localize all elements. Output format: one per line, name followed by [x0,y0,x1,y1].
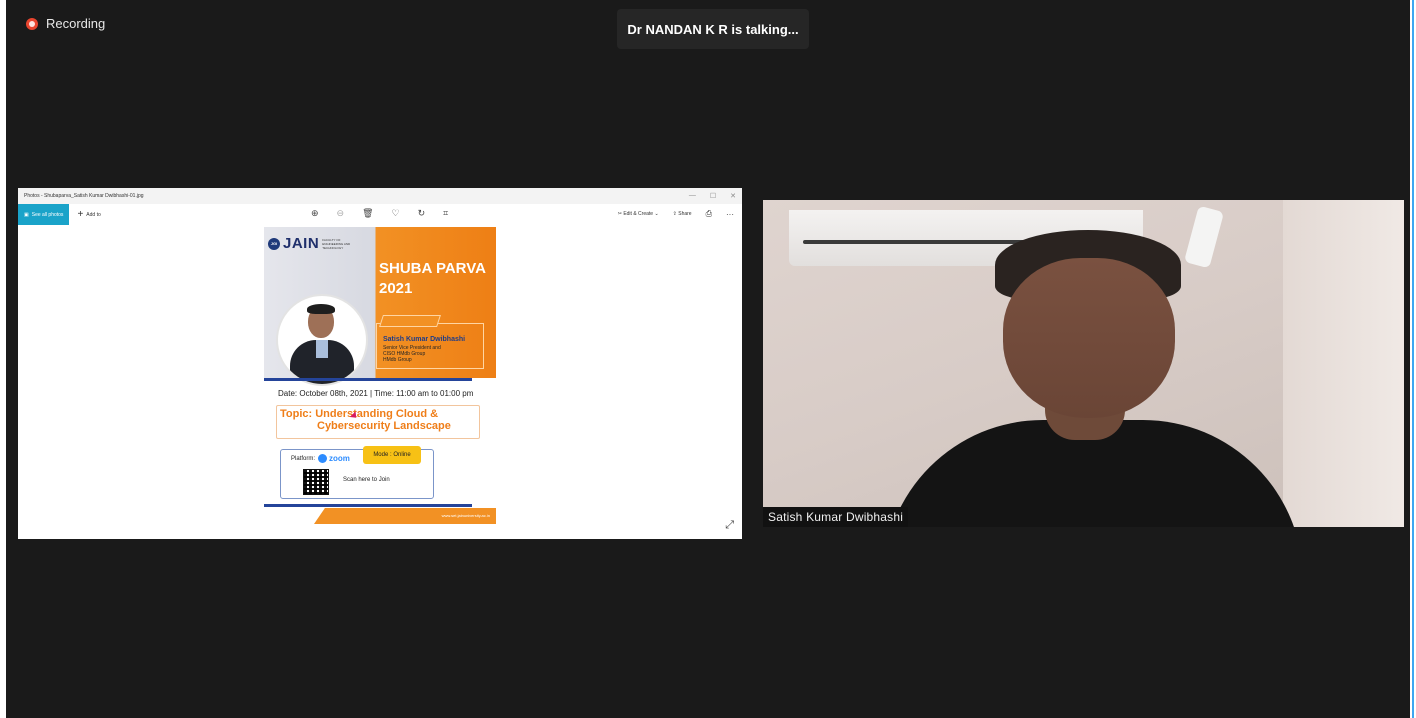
speaker-photo [276,294,368,386]
shared-screen: Photos - Shubaparva_Satish Kumar Dwibhas… [18,188,742,539]
recording-icon [26,17,38,30]
plus-icon: + [77,209,84,220]
recording-indicator[interactable]: Recording [26,16,105,31]
window-controls: — ☐ ✕ [689,192,736,200]
zoom-out-icon[interactable]: ⊖ [337,208,345,219]
jain-logo: JGI JAIN FACULTY OF ENGINEERING AND TECH… [268,235,352,252]
platform-box: Platform: zoom Mode : Online Scan here t… [280,446,434,499]
zoom-icon [318,454,328,463]
close-icon[interactable]: ✕ [730,192,736,200]
platform-row: Platform: zoom [291,454,350,463]
participant-name-label: Satish Kumar Dwibhashi [763,507,909,527]
participant-face [1003,258,1175,418]
website-text: www.set.jainuniversity.ac.in [441,513,490,518]
wall-switch [1183,205,1225,269]
window-title: Photos - Shubaparva_Satish Kumar Dwibhas… [24,193,144,199]
minimize-icon[interactable]: — [689,192,696,200]
qr-code-icon [303,469,329,495]
participant-video[interactable]: Satish Kumar Dwibhashi [763,200,1404,527]
logo-text: JAIN [283,235,320,252]
maximize-icon[interactable]: ☐ [710,192,716,200]
photos-icon: ▣ [24,211,29,218]
rotate-icon[interactable]: ↻ [418,208,426,219]
event-year: 2021 [379,280,413,297]
share-button[interactable]: ⇪ Share [673,211,692,217]
add-to-button[interactable]: + Add to [77,209,100,220]
edit-create-button[interactable]: ✂ Edit & Create ⌄ [618,211,659,217]
crop-icon[interactable]: ⌗ [443,208,448,219]
recording-label: Recording [46,16,106,31]
speaker-tag [379,315,441,327]
jgi-badge: JGI [268,237,280,250]
event-title: SHUBA PARVA 2021 [379,259,495,299]
event-poster: JGI JAIN FACULTY OF ENGINEERING AND TECH… [264,227,496,524]
delete-icon[interactable]: 🗑 [362,208,373,219]
zoom-logo: zoom [318,454,350,463]
speaker-box: Satish Kumar Dwibhashi Senior Vice Presi… [376,315,484,369]
speaker-role: Senior Vice President and CISO HMdb Grou… [383,345,441,363]
poster-header: JGI JAIN FACULTY OF ENGINEERING AND TECH… [264,227,496,386]
mode-badge: Mode : Online [363,446,421,464]
photo-actions: ✂ Edit & Create ⌄ ⇪ Share ⎙ ··· [618,209,734,219]
zoom-in-icon[interactable]: ⊕ [311,208,319,219]
more-icon[interactable]: ··· [726,210,734,219]
meeting-stage: Recording Dr NANDAN K R is talking... Ph… [0,0,1410,718]
favorite-icon[interactable]: ♡ [392,208,400,219]
see-all-photos-button[interactable]: ▣ See all photos [18,204,70,225]
topic-box: Topic: Understanding Cloud & Cybersecuri… [276,405,480,439]
poster-footer-bar [264,504,472,507]
active-speaker-banner: Dr NANDAN K R is talking... [617,9,809,49]
photos-toolbar: ▣ See all photos + Add to ⊕ ⊖ 🗑 ♡ ↻ ⌗ ✂ … [18,204,742,225]
event-date-time: Date: October 08th, 2021 | Time: 11:00 a… [278,389,474,398]
faculty-text: FACULTY OF ENGINEERING AND TECHNOLOGY [322,237,351,250]
poster-divider [264,378,472,381]
speaker-name: Satish Kumar Dwibhashi [383,336,466,343]
scan-label: Scan here to Join [343,477,390,483]
photos-titlebar: Photos - Shubaparva_Satish Kumar Dwibhas… [18,188,742,204]
window-edge [1410,0,1416,718]
fullscreen-icon[interactable]: ⤢ [725,519,734,532]
photo-tools: ⊕ ⊖ 🗑 ♡ ↻ ⌗ [311,208,448,219]
print-icon[interactable]: ⎙ [706,209,712,219]
topic-text: Topic: Understanding Cloud & Cybersecuri… [280,408,451,432]
poster-footer: www.set.jainuniversity.ac.in [314,508,496,524]
